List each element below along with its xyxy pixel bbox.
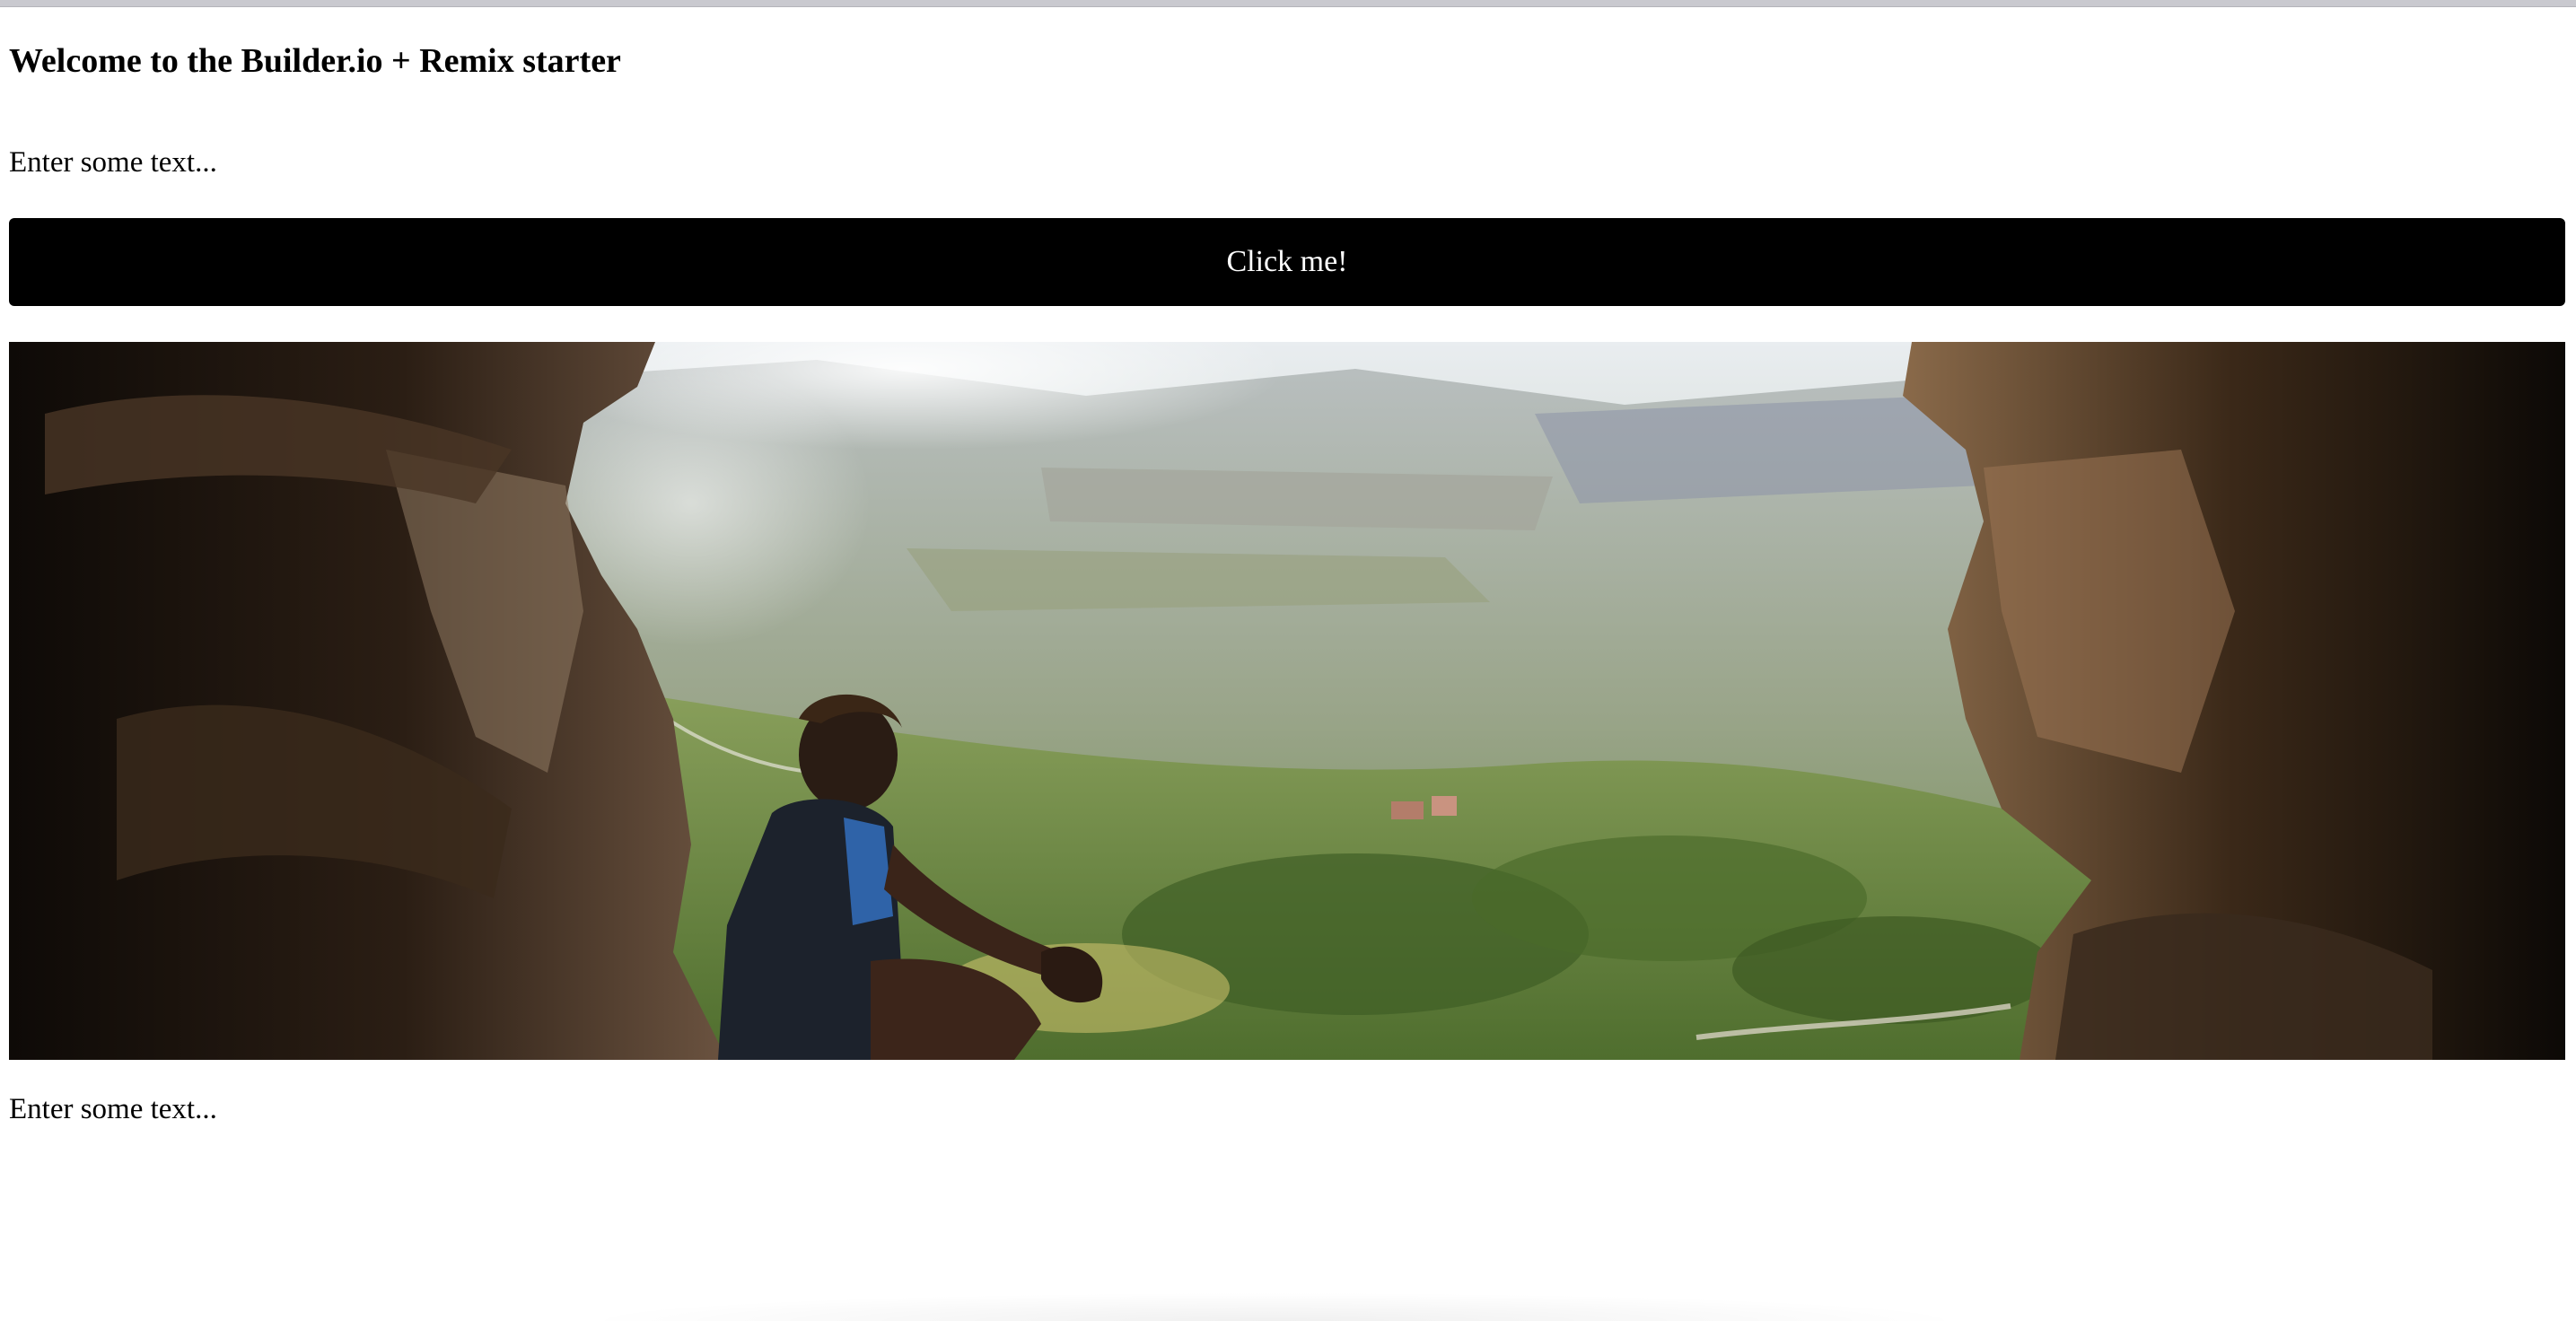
top-border [0,0,2576,7]
text-block-top: Enter some text... [9,146,217,179]
text-block-bottom: Enter some text... [9,1093,217,1125]
click-me-button[interactable]: Click me! [9,218,2565,306]
page-title: Welcome to the Builder.io + Remix starte… [9,42,621,80]
hero-image [9,342,2565,1060]
bottom-shadow [574,1292,1975,1321]
